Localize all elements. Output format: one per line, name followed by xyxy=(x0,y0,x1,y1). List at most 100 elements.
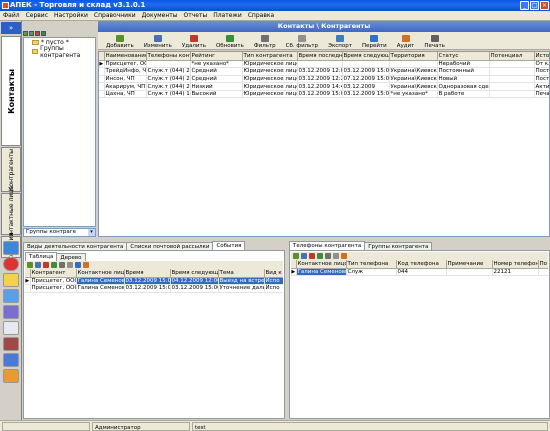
table-cell[interactable] xyxy=(146,60,191,69)
column-header[interactable]: Время следующег xyxy=(342,52,390,61)
table-cell[interactable] xyxy=(342,60,390,69)
add-group-icon[interactable] xyxy=(23,31,28,36)
table-cell[interactable]: Посто xyxy=(534,67,549,76)
column-header[interactable]: Тип контрагента xyxy=(242,52,298,61)
table-cell[interactable]: От кл xyxy=(534,60,549,69)
table-cell[interactable] xyxy=(489,75,535,84)
table-row[interactable]: ▶Присцетег, ОООГалина Семеновна03.12.200… xyxy=(25,277,283,286)
filter-icon[interactable] xyxy=(59,262,65,268)
column-header[interactable]: Вид к xyxy=(264,269,283,278)
goto-icon[interactable] xyxy=(75,262,81,268)
column-header[interactable]: Время последнего xyxy=(297,52,343,61)
table-row[interactable]: Присцетег, ОООГалина Семеновна03.12.2009… xyxy=(25,284,283,293)
filter-button[interactable]: Фильтр xyxy=(249,35,281,49)
edit-icon[interactable] xyxy=(35,262,41,268)
vtab-contacts[interactable]: Контакты xyxy=(1,36,21,146)
note-icon[interactable] xyxy=(3,273,19,287)
maximize-button[interactable]: □ xyxy=(530,1,539,10)
menu-service[interactable]: Сервис xyxy=(23,11,51,20)
table-cell[interactable]: Украина\Киевска xyxy=(389,75,438,84)
column-header[interactable]: Время xyxy=(124,269,171,278)
table-cell[interactable]: 04.12.2009 12:00:0 xyxy=(170,277,219,286)
export-button[interactable]: Экспорт xyxy=(323,35,357,49)
table-cell[interactable]: Галина Семеновна xyxy=(76,284,125,293)
clear-filter-icon[interactable] xyxy=(67,262,73,268)
table-cell[interactable]: 03.12.2009 15:00:0 xyxy=(124,277,171,286)
table-row[interactable]: Цахна, ЧПСлуж.т (044) 12121ВысокийЮридич… xyxy=(99,90,549,99)
tab-table[interactable]: Таблица xyxy=(25,252,58,261)
minimize-button[interactable]: _ xyxy=(520,1,529,10)
table-cell[interactable]: 03.12.2009 12:28:5 xyxy=(297,75,343,84)
table-cell[interactable]: Акарирум, ЧП xyxy=(104,82,147,91)
table-row[interactable]: Инсон, ЧПСлуж.т (044) 21221СреднийЮридич… xyxy=(99,75,549,84)
table-cell[interactable]: Юридическое лицо xyxy=(242,90,298,99)
table-cell[interactable]: Постоянный xyxy=(437,67,490,76)
column-header[interactable]: Телефоны контраг xyxy=(146,52,191,61)
menu-settings[interactable]: Настройки xyxy=(51,11,91,20)
delete-group-icon[interactable] xyxy=(35,31,40,36)
table-cell[interactable]: Юридическое лицо xyxy=(242,75,298,84)
printer-icon[interactable] xyxy=(3,337,19,351)
column-header[interactable]: По xyxy=(538,260,548,269)
table-cell[interactable]: Юридическое лицо xyxy=(242,60,298,69)
menu-reports[interactable]: Отчеты xyxy=(181,11,211,20)
table-cell[interactable]: Печат xyxy=(534,90,549,99)
table-cell[interactable]: Одноразовая сдел xyxy=(437,82,490,91)
column-header[interactable]: Территория xyxy=(389,52,438,61)
refresh-icon[interactable] xyxy=(51,262,57,268)
tab-contractor-groups[interactable]: Группы контрагента xyxy=(364,242,433,250)
refresh-button[interactable]: Обновить xyxy=(211,35,249,49)
close-button[interactable]: × xyxy=(540,1,549,10)
table-cell[interactable]: Служ.т (044) 23223 xyxy=(146,82,191,91)
refresh-icon[interactable] xyxy=(317,253,323,259)
globe-icon[interactable] xyxy=(3,241,19,255)
table-cell[interactable]: Испо xyxy=(264,284,283,293)
tree-item-groups[interactable]: Группы контрагента xyxy=(24,45,95,59)
filter-icon[interactable] xyxy=(325,253,331,259)
tab-activity-types[interactable]: Виды деятельности контрагента xyxy=(23,242,128,250)
table-cell[interactable]: Украина\Киевска xyxy=(389,82,438,91)
table-row[interactable]: ТрейдИнфо, ЧПСлуж.т (044) 22112СреднийЮр… xyxy=(99,67,549,76)
table-cell[interactable]: Служ.т (044) 12121 xyxy=(146,90,191,99)
table-cell[interactable]: 03.12.2009 xyxy=(342,82,390,91)
column-header[interactable]: Источ xyxy=(534,52,549,61)
table-cell[interactable]: Уточнение дальне xyxy=(218,284,265,293)
clear-filter-icon[interactable] xyxy=(333,253,339,259)
column-header[interactable]: Примечание xyxy=(446,260,493,269)
table-cell[interactable]: Присцетег, ООО xyxy=(104,60,147,69)
table-row[interactable]: ▶Присцетег, ООО*не указано*Юридическое л… xyxy=(99,60,549,69)
column-header[interactable]: Рейтинг xyxy=(190,52,243,61)
clear-filter-button[interactable]: Сб. фильтр xyxy=(281,35,323,49)
add-icon[interactable] xyxy=(27,262,33,268)
column-header[interactable]: Код телефона xyxy=(396,260,447,269)
tree-group-select[interactable]: Группы контраге ▾ xyxy=(23,228,96,237)
table-cell[interactable]: Галина Семеновна xyxy=(296,268,347,277)
table-cell[interactable] xyxy=(446,268,493,277)
table-cell[interactable]: Служ xyxy=(346,268,397,277)
audit-icon[interactable] xyxy=(83,262,89,268)
books-icon[interactable] xyxy=(3,353,19,367)
table-cell[interactable] xyxy=(489,60,535,69)
column-header[interactable]: Контактное лицо xyxy=(296,260,347,269)
menu-directories[interactable]: Справочники xyxy=(91,11,139,20)
table-cell[interactable]: ТрейдИнфо, ЧП xyxy=(104,67,147,76)
chevron-down-icon[interactable]: ▾ xyxy=(88,229,95,236)
table-cell[interactable]: Низкий xyxy=(190,82,243,91)
menu-payments[interactable]: Платежи xyxy=(210,11,245,20)
table-row[interactable]: ▶Галина СеменовнаСлуж04422121 xyxy=(291,268,548,277)
add-icon[interactable] xyxy=(293,253,299,259)
table-cell[interactable]: 03.12.2009 15:00:0 xyxy=(170,284,219,293)
table-cell[interactable]: Актив xyxy=(534,82,549,91)
delete-icon[interactable] xyxy=(309,253,315,259)
table-cell[interactable]: *не указано* xyxy=(190,60,243,69)
table-cell[interactable]: Украина\Киевска xyxy=(389,67,438,76)
table-cell[interactable]: Галина Семеновна xyxy=(76,277,125,286)
table-cell[interactable] xyxy=(297,60,343,69)
column-header[interactable]: Тип телефона xyxy=(346,260,397,269)
table-cell[interactable]: 03.12.2009 12:01:5 xyxy=(297,67,343,76)
table-cell[interactable]: 044 xyxy=(396,268,447,277)
audit-button[interactable]: Аудит xyxy=(392,35,420,49)
goto-button[interactable]: Перейти xyxy=(357,35,392,49)
table-cell[interactable] xyxy=(489,90,535,99)
calendar-icon[interactable] xyxy=(3,289,19,303)
